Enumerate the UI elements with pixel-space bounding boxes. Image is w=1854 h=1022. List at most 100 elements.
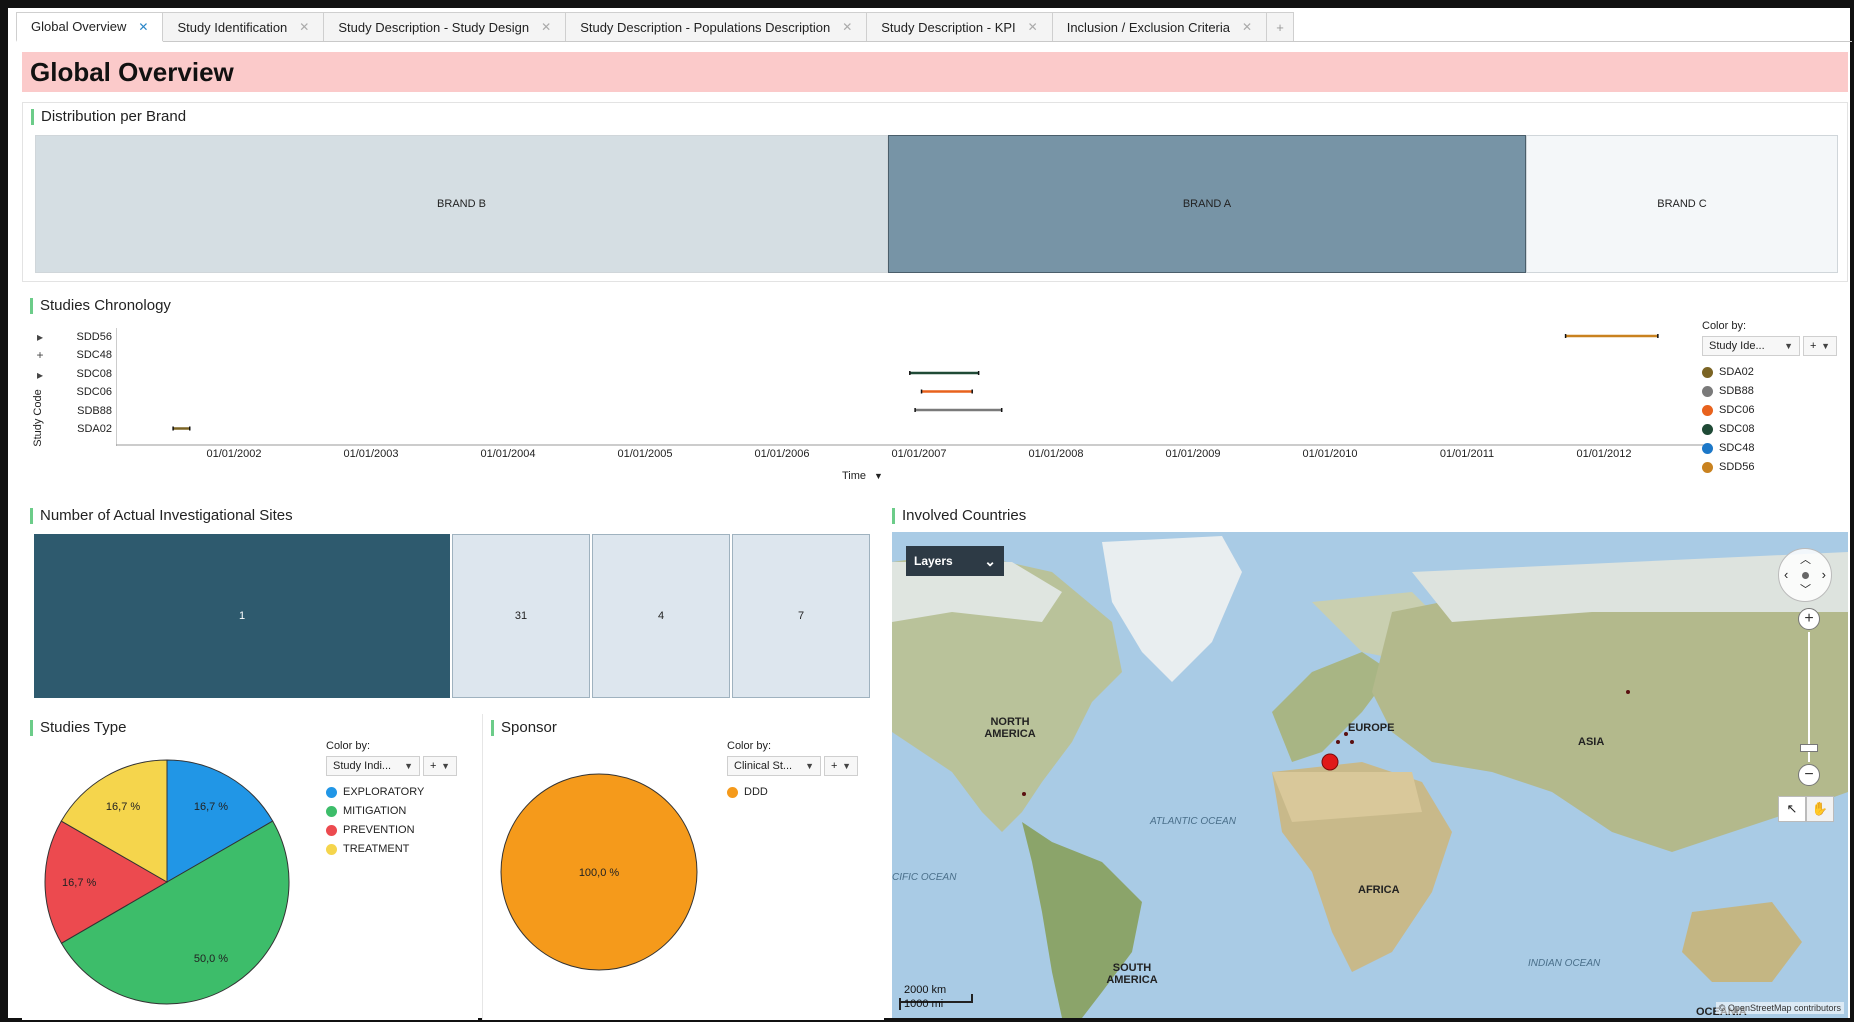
site-value: 4 bbox=[657, 610, 665, 622]
x-tick-label: 01/01/2005 bbox=[617, 448, 673, 460]
close-icon[interactable]: ✕ bbox=[1242, 20, 1252, 34]
zoom-slider-track[interactable] bbox=[1808, 632, 1810, 762]
legend-label: TREATMENT bbox=[343, 843, 410, 855]
close-icon[interactable]: ✕ bbox=[299, 20, 309, 34]
legend-item[interactable]: SDC48 bbox=[1702, 442, 1754, 454]
sites-panel: Number of Actual Investigational Sites 1… bbox=[22, 502, 884, 708]
plus-icon[interactable]: + bbox=[32, 348, 48, 362]
legend-item[interactable]: MITIGATION bbox=[326, 805, 406, 817]
brand-tile[interactable]: BRAND A bbox=[888, 135, 1526, 273]
color-by-dropdown[interactable]: Study Indi... ▼ bbox=[326, 756, 420, 776]
zoom-out-button[interactable]: − bbox=[1798, 764, 1820, 786]
slice-label: 16,7 % bbox=[106, 801, 140, 813]
pan-control[interactable]: ︿ ‹ › ﹀ bbox=[1778, 548, 1832, 602]
x-tick-label: 01/01/2004 bbox=[480, 448, 536, 460]
tab-label: Global Overview bbox=[31, 19, 127, 34]
close-icon[interactable]: ✕ bbox=[541, 20, 551, 34]
legend-label: EXPLORATORY bbox=[343, 786, 425, 798]
x-tick-label: 01/01/2002 bbox=[206, 448, 262, 460]
tab-label: Study Description - Populations Descript… bbox=[580, 19, 831, 35]
tab-study-identification[interactable]: Study Identification ✕ bbox=[162, 12, 325, 41]
tab-populations-description[interactable]: Study Description - Populations Descript… bbox=[565, 12, 868, 41]
chevron-down-icon: ⌄ bbox=[984, 552, 996, 569]
select-tool-button[interactable]: ↖ bbox=[1778, 796, 1806, 822]
expand-icon[interactable]: ▸ bbox=[32, 368, 48, 382]
legend-swatch bbox=[1702, 404, 1713, 416]
brand-tile[interactable]: BRAND C bbox=[1526, 135, 1838, 273]
chevron-right-icon[interactable]: › bbox=[1822, 567, 1826, 582]
tab-kpi[interactable]: Study Description - KPI ✕ bbox=[866, 12, 1053, 41]
color-by-dropdown[interactable]: Clinical St... ▼ bbox=[727, 756, 821, 776]
tab-study-design[interactable]: Study Description - Study Design ✕ bbox=[323, 12, 567, 41]
panel-title: Distribution per Brand bbox=[31, 109, 186, 125]
legend-item[interactable]: SDB88 bbox=[1702, 385, 1754, 397]
color-by-label: Color by: bbox=[1702, 320, 1747, 332]
legend-item[interactable]: SDA02 bbox=[1702, 366, 1754, 378]
map-attribution: © OpenStreetMap contributors bbox=[1715, 1002, 1844, 1014]
chevron-down-icon: ▼ bbox=[805, 761, 814, 771]
add-color-button[interactable]: + ▼ bbox=[1803, 336, 1837, 356]
close-icon[interactable]: ✕ bbox=[842, 20, 852, 34]
chevron-down-icon: ▼ bbox=[842, 761, 851, 771]
y-tick-label: SDC48 bbox=[76, 349, 112, 361]
slice-label: 100,0 % bbox=[579, 867, 620, 879]
zoom-slider-handle[interactable] bbox=[1800, 744, 1818, 752]
x-axis-selector[interactable]: Time ▼ bbox=[842, 470, 883, 482]
center-icon[interactable] bbox=[1802, 572, 1809, 579]
ocean-label: INDIAN OCEAN bbox=[1528, 958, 1601, 969]
x-tick-label: 01/01/2012 bbox=[1576, 448, 1632, 460]
chevron-down-icon: ▼ bbox=[404, 761, 413, 771]
site-tile[interactable]: 1 bbox=[34, 534, 450, 698]
legend-swatch bbox=[1702, 423, 1713, 435]
zoom-in-button[interactable]: + bbox=[1798, 608, 1820, 630]
pie-chart[interactable]: 100,0 % bbox=[497, 770, 701, 974]
tab-global-overview[interactable]: Global Overview ✕ bbox=[16, 12, 164, 42]
region-label: ASIA bbox=[1578, 736, 1605, 748]
legend-item[interactable]: SDC06 bbox=[1702, 404, 1754, 416]
chevron-left-icon[interactable]: ‹ bbox=[1784, 567, 1788, 582]
brand-tile[interactable]: BRAND B bbox=[35, 135, 888, 273]
scale-mi: 1000 mi bbox=[904, 998, 944, 1010]
site-tile[interactable]: 31 bbox=[452, 534, 590, 698]
legend-item[interactable]: DDD bbox=[727, 786, 768, 798]
ocean-label: ATLANTIC OCEAN bbox=[1150, 816, 1236, 827]
add-color-button[interactable]: + ▼ bbox=[423, 756, 457, 776]
legend-swatch bbox=[326, 805, 337, 817]
expand-icon[interactable]: ▸ bbox=[32, 330, 48, 344]
tab-inclusion-exclusion[interactable]: Inclusion / Exclusion Criteria ✕ bbox=[1051, 12, 1268, 41]
color-by-dropdown[interactable]: Study Ide... ▼ bbox=[1702, 336, 1800, 356]
legend-item[interactable]: TREATMENT bbox=[326, 843, 409, 855]
legend-item[interactable]: SDD56 bbox=[1702, 461, 1754, 473]
timeline-plot[interactable] bbox=[116, 328, 1704, 446]
site-tile[interactable]: 7 bbox=[732, 534, 870, 698]
legend-item[interactable]: EXPLORATORY bbox=[326, 786, 424, 798]
x-tick-label: 01/01/2006 bbox=[754, 448, 810, 460]
legend-item[interactable]: SDC08 bbox=[1702, 423, 1754, 435]
site-tile[interactable]: 4 bbox=[592, 534, 730, 698]
tab-bar: Global Overview ✕ Study Identification ✕ S… bbox=[16, 12, 1852, 42]
color-by-label: Color by: bbox=[326, 740, 371, 752]
chevron-down-icon[interactable]: ﹀ bbox=[1800, 581, 1811, 597]
x-axis-title: Time bbox=[842, 470, 867, 482]
legend-label: SDB88 bbox=[1719, 385, 1754, 397]
pie-chart[interactable]: 16,7 % 50,0 % 16,7 % 16,7 % bbox=[42, 754, 292, 1010]
layers-label: Layers bbox=[914, 554, 953, 568]
x-tick-label: 01/01/2009 bbox=[1165, 448, 1221, 460]
chevron-up-icon[interactable]: ︿ bbox=[1800, 551, 1811, 567]
world-map[interactable]: Layers ⌄ ︿ ‹ › ﹀ + − ↖ ✋ NORTH AMERICA EU… bbox=[892, 532, 1848, 1018]
sponsor-panel: Sponsor 100,0 % Color by: Clinical St...… bbox=[482, 714, 884, 1020]
close-icon[interactable]: ✕ bbox=[1028, 20, 1038, 34]
chevron-down-icon: ▼ bbox=[1821, 341, 1830, 351]
tab-label: Study Description - Study Design bbox=[338, 19, 530, 35]
legend-label: MITIGATION bbox=[343, 805, 407, 817]
close-icon[interactable]: ✕ bbox=[138, 20, 148, 34]
layers-button[interactable]: Layers ⌄ bbox=[906, 546, 1004, 576]
slice-label: 50,0 % bbox=[194, 953, 228, 965]
legend-label: SDD56 bbox=[1719, 461, 1755, 473]
legend-item[interactable]: PREVENTION bbox=[326, 824, 415, 836]
legend-label: SDA02 bbox=[1719, 366, 1754, 378]
y-tick-label: SDB88 bbox=[77, 405, 112, 417]
pan-tool-button[interactable]: ✋ bbox=[1806, 796, 1834, 822]
add-color-button[interactable]: + ▼ bbox=[824, 756, 858, 776]
add-tab-button[interactable]: + bbox=[1266, 12, 1295, 41]
